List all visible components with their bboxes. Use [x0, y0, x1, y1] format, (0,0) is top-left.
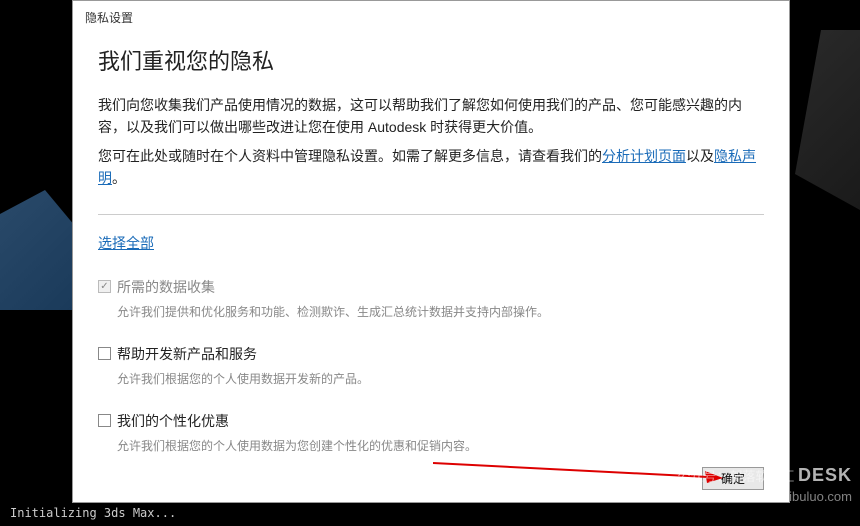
option-label: 帮助开发新产品和服务: [117, 344, 257, 364]
option-desc: 允许我们根据您的个人使用数据开发新的产品。: [117, 370, 764, 387]
option-new-products: 帮助开发新产品和服务 允许我们根据您的个人使用数据开发新的产品。: [98, 344, 764, 387]
background-decoration-left: [0, 190, 75, 310]
watermark-line2: 官网：www.libuluo.com: [677, 488, 852, 506]
background-decoration-right: [795, 30, 860, 210]
intro-paragraph-2: 您可在此处或随时在个人资料中管理隐私设置。如需了解更多信息，请查看我们的分析计划…: [98, 145, 764, 190]
checkbox-required: [98, 280, 111, 293]
option-desc: 允许我们根据您的个人使用数据为您创建个性化的优惠和促销内容。: [117, 437, 764, 454]
status-bar: Initializing 3ds Max...: [10, 506, 176, 520]
option-desc: 允许我们提供和优化服务和功能、检测欺诈、生成汇总统计数据并支持内部操作。: [117, 303, 764, 320]
option-label: 所需的数据收集: [117, 277, 215, 297]
option-row[interactable]: 我们的个性化优惠: [98, 411, 764, 431]
option-required-data: 所需的数据收集 允许我们提供和优化服务和功能、检测欺诈、生成汇总统计数据并支持内…: [98, 277, 764, 320]
intro2-prefix: 您可在此处或随时在个人资料中管理隐私设置。如需了解更多信息，请查看我们的: [98, 148, 602, 164]
watermark: 公众号：部落软件汇 DESK 官网：www.libuluo.com: [677, 463, 852, 506]
option-row: 所需的数据收集: [98, 277, 764, 297]
option-personalized-offers: 我们的个性化优惠 允许我们根据您的个人使用数据为您创建个性化的优惠和促销内容。: [98, 411, 764, 454]
privacy-heading: 我们重视您的隐私: [98, 44, 764, 76]
privacy-dialog: 隐私设置 我们重视您的隐私 我们向您收集我们产品使用情况的数据，这可以帮助我们了…: [72, 0, 790, 503]
analysis-plan-link[interactable]: 分析计划页面: [602, 148, 686, 164]
checkbox-new-products[interactable]: [98, 347, 111, 360]
select-all-link[interactable]: 选择全部: [98, 233, 154, 253]
intro-paragraph-1: 我们向您收集我们产品使用情况的数据，这可以帮助我们了解您如何使用我们的产品、您可…: [98, 94, 764, 139]
divider: [98, 214, 764, 215]
dialog-body: 我们重视您的隐私 我们向您收集我们产品使用情况的数据，这可以帮助我们了解您如何使…: [73, 34, 789, 457]
watermark-line1: 公众号：部落软件汇 DESK: [677, 463, 852, 488]
option-label: 我们的个性化优惠: [117, 411, 229, 431]
dialog-title: 隐私设置: [73, 1, 789, 34]
intro2-mid: 以及: [686, 148, 714, 164]
checkbox-personalized[interactable]: [98, 414, 111, 427]
watermark-brand: DESK: [798, 465, 852, 485]
intro2-suffix: 。: [112, 170, 126, 186]
option-row[interactable]: 帮助开发新产品和服务: [98, 344, 764, 364]
